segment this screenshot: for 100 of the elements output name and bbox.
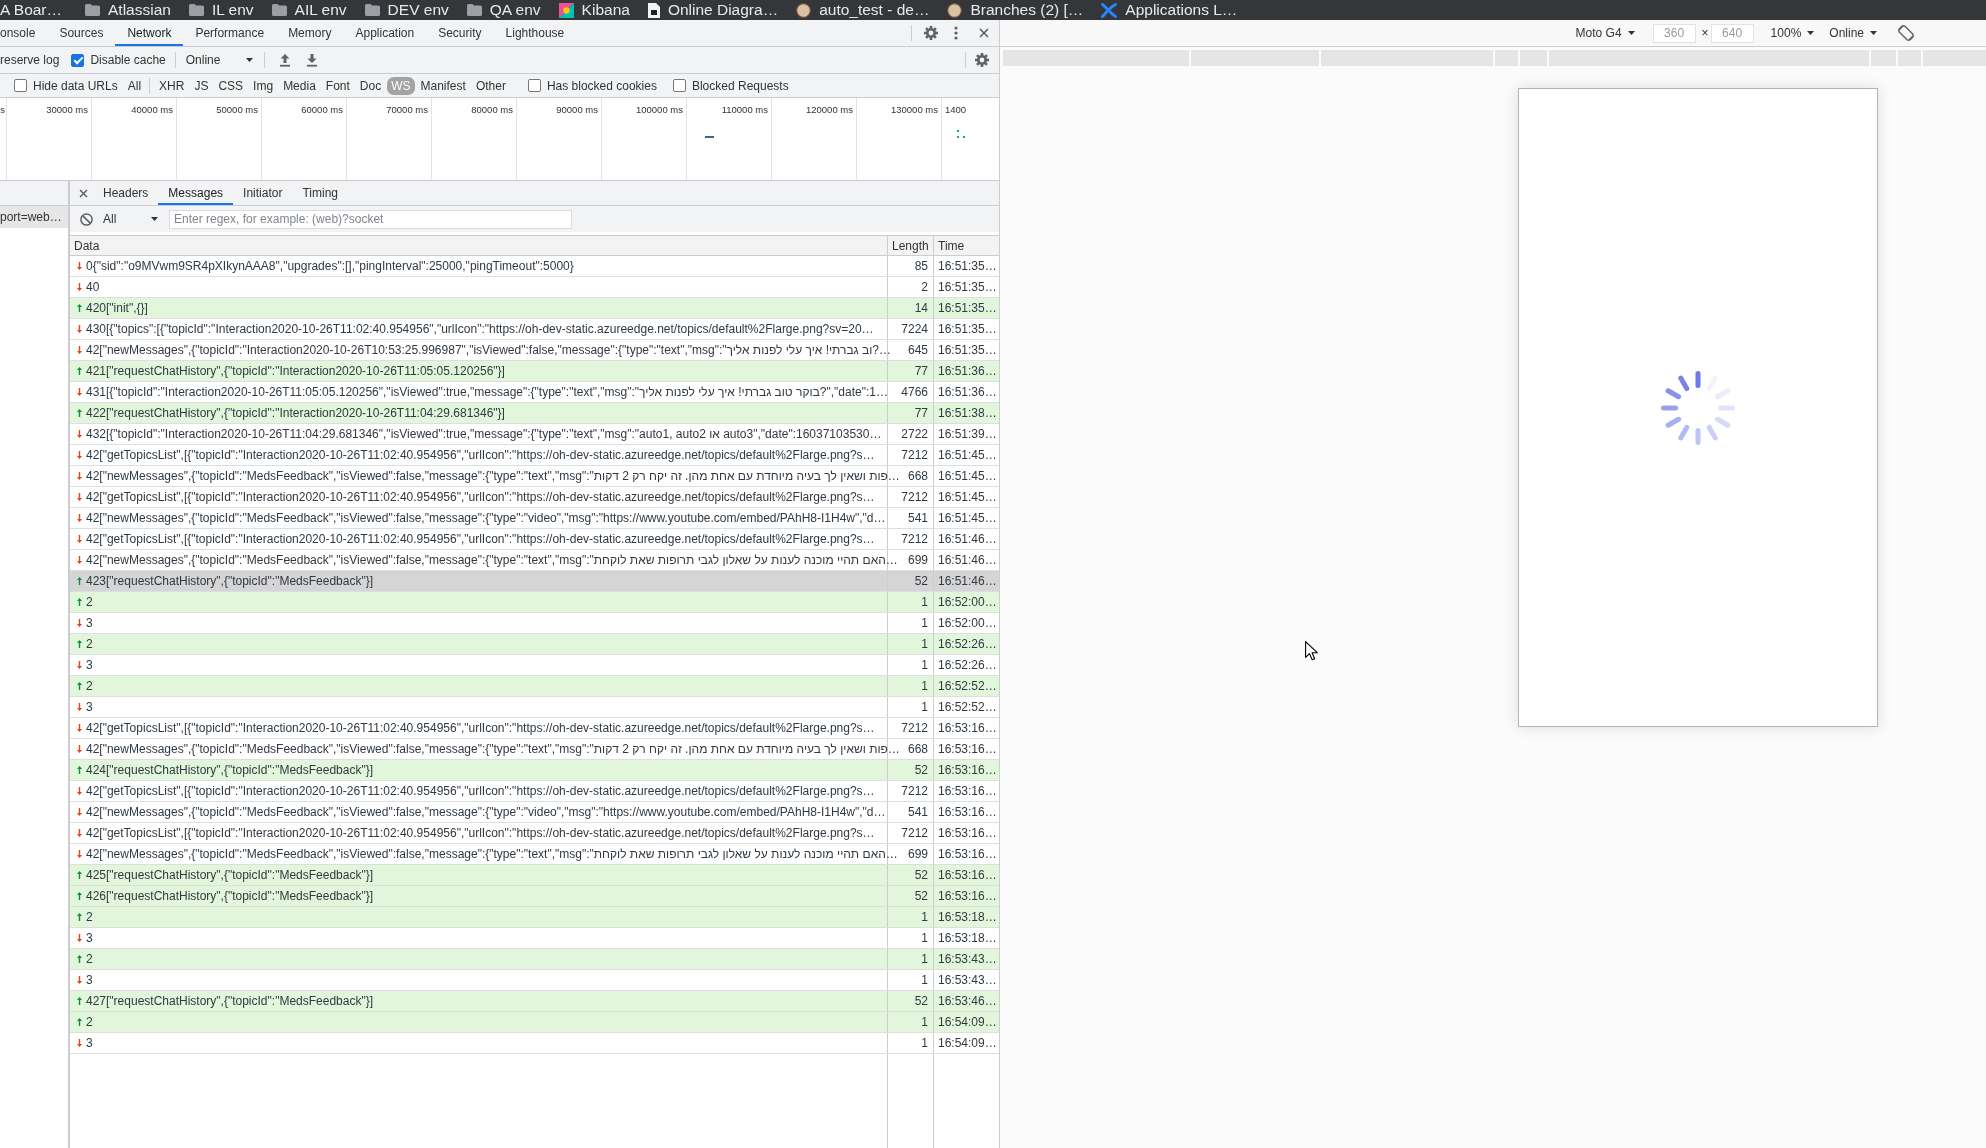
checkbox-label[interactable]: Disable cache	[90, 53, 166, 67]
column-header[interactable]: Data	[70, 236, 888, 255]
close-icon[interactable]	[79, 188, 88, 198]
download-icon[interactable]	[304, 53, 319, 67]
filter-input[interactable]: Enter regex, for example: (web)?socket	[169, 209, 572, 229]
filter-button[interactable]: Font	[321, 76, 354, 95]
panel-tab[interactable]: Memory	[276, 20, 344, 46]
checkbox[interactable]	[14, 79, 27, 92]
message-row[interactable]: 426["requestChatHistory",{"topicId":"MedsFeedback"}] 52 16:53:16…	[70, 886, 999, 907]
panel-tab[interactable]: Security	[426, 20, 494, 46]
message-row[interactable]: 40 2 16:51:35…	[70, 277, 999, 298]
bookmark-button[interactable]: DEV env	[355, 0, 458, 20]
arrow-up-icon	[77, 913, 82, 921]
detail-tab[interactable]: Timing	[292, 181, 348, 205]
settings-icon[interactable]	[923, 25, 939, 41]
throttling-dropdown[interactable]: Online	[185, 53, 256, 67]
message-row[interactable]: 424["requestChatHistory",{"topicId":"MedsFeedback"}] 52 16:53:16…	[70, 760, 999, 781]
table-cell-text: 16:52:00…	[937, 594, 998, 611]
checkbox-label[interactable]: Hide data URLs	[33, 78, 118, 93]
checkbox[interactable]	[672, 79, 686, 92]
message-row[interactable]: 3 1 16:53:18…	[70, 928, 999, 949]
panel-tab[interactable]: onsole	[0, 20, 48, 46]
message-row[interactable]: 42["getTopicsList",[{"topicId":"Interaction2020-10-26T11:02:40.954956","urlIcon":"https://oh-dev-static.azureedge.net/topics/default%2Flarge.png?s… 7212 16:51:45…	[70, 445, 999, 466]
filter-button[interactable]: Doc	[355, 76, 386, 95]
checkbox-label[interactable]: Has blocked cookies	[546, 78, 657, 93]
message-row[interactable]: 3 1 16:52:00…	[70, 613, 999, 634]
message-row[interactable]: 2 1 16:52:26…	[70, 634, 999, 655]
column-header[interactable]: Time	[934, 236, 999, 255]
message-type-dropdown[interactable]: All	[103, 212, 161, 226]
message-row[interactable]: 427["requestChatHistory",{"topicId":"MedsFeedback"}] 52 16:53:46…	[70, 991, 999, 1012]
throttling-dropdown[interactable]: Online	[1829, 26, 1877, 40]
bookmark-button[interactable]: auto_test - de…	[787, 0, 939, 20]
table-cell-text: 16:51:36…	[937, 363, 998, 380]
bookmark-button[interactable]: Atlassian	[76, 0, 180, 20]
detail-tab[interactable]: Headers	[93, 181, 159, 205]
filter-button[interactable]: JS	[190, 76, 213, 95]
panel-tab[interactable]: Performance	[183, 20, 277, 46]
message-row[interactable]: 422["requestChatHistory",{"topicId":"Interaction2020-10-26T11:04:29.681346"}] 77 16:51:38…	[70, 403, 999, 424]
filter-button[interactable]: CSS	[214, 76, 248, 95]
bookmark-button[interactable]: QA env	[457, 0, 550, 20]
message-row[interactable]: 421["requestChatHistory",{"topicId":"Interaction2020-10-26T11:05:05.120256"}] 77 16:51:36…	[70, 361, 999, 382]
request-row[interactable]: port=web…	[0, 206, 68, 228]
checkbox[interactable]	[71, 53, 85, 67]
arrow-down-icon	[77, 703, 82, 711]
more-icon[interactable]	[954, 26, 958, 40]
column-header[interactable]: Length	[888, 236, 934, 255]
message-row[interactable]: 2 1 16:53:18…	[70, 907, 999, 928]
filter-button[interactable]: All	[123, 76, 146, 95]
message-row[interactable]: 42["getTopicsList",[{"topicId":"Interaction2020-10-26T11:02:40.954956","urlIcon":"https://oh-dev-static.azureedge.net/topics/default%2Flarge.png?s… 7212 16:53:16…	[70, 781, 999, 802]
message-row[interactable]: 420["init",{}] 14 16:51:35…	[70, 298, 999, 319]
message-row[interactable]: 2 1 16:53:43…	[70, 949, 999, 970]
message-row[interactable]: 2 1 16:54:09…	[70, 1012, 999, 1033]
message-row[interactable]: 42["newMessages",{"topicId":"MedsFeedback","isViewed":false,"message":{"type":"video","msg":"https://www.youtube.com/embed/PAhH8-I1H4w","d… 541 16:51:45…	[70, 508, 999, 529]
rotate-icon[interactable]	[1897, 24, 1915, 42]
zoom-dropdown[interactable]: 100%	[1770, 26, 1815, 40]
filter-button[interactable]: Img	[249, 76, 278, 95]
detail-tab[interactable]: Initiator	[233, 181, 293, 205]
checkbox[interactable]	[527, 79, 541, 92]
message-row[interactable]: 423["requestChatHistory",{"topicId":"MedsFeedback"}] 52 16:51:46…	[70, 571, 999, 592]
message-row[interactable]: 2 1 16:52:00…	[70, 592, 999, 613]
close-icon[interactable]	[979, 28, 989, 38]
settings-icon[interactable]	[974, 52, 990, 68]
message-row[interactable]: 430[{"topics":[{"topicId":"Interaction2020-10-26T11:02:40.954956","urlIcon":"https://oh-dev-static.azureedge.net/topics/default%2Flarge.png?sv=20… 7224 16:51:35…	[70, 319, 999, 340]
clear-icon[interactable]	[80, 212, 93, 226]
panel-tab[interactable]: Sources	[47, 20, 116, 46]
bookmark-button[interactable]: Applications L…	[1092, 0, 1247, 20]
message-data: 422["requestChatHistory",{"topicId":"Interaction2020-10-26T11:04:29.681346"}]	[86, 406, 505, 420]
message-row[interactable]: 425["requestChatHistory",{"topicId":"MedsFeedback"}] 52 16:53:16…	[70, 865, 999, 886]
message-data: 42["getTopicsList",[{"topicId":"Interaction2020-10-26T11:02:40.954956","urlIcon":"https://oh-dev-static.azureedge.net/topics/default%2Flarge.png?s…	[86, 784, 875, 798]
message-row[interactable]: 3 1 16:52:52…	[70, 697, 999, 718]
message-row[interactable]: 42["getTopicsList",[{"topicId":"Interaction2020-10-26T11:02:40.954956","urlIcon":"https://oh-dev-static.azureedge.net/topics/default%2Flarge.png?s… 7212 16:51:45…	[70, 487, 999, 508]
filter-button[interactable]: XHR	[155, 76, 189, 95]
bookmark-button[interactable]: Kibana	[549, 0, 639, 20]
filter-button[interactable]: Other	[471, 76, 510, 95]
caret-icon	[1870, 31, 1877, 35]
table-cell-text: 16:53:16…	[937, 804, 998, 821]
message-data: 3	[86, 931, 93, 945]
message-row[interactable]: 42["newMessages",{"topicId":"MedsFeedback","isViewed":false,"message":{"type":"video","msg":"https://www.youtube.com/embed/PAhH8-I1H4w","d… 541 16:53:16…	[70, 802, 999, 823]
bookmark-button[interactable]: IL env	[179, 0, 263, 20]
device-dropdown[interactable]: Moto G4	[1575, 26, 1635, 40]
bookmark-button[interactable]: A Boar…	[0, 0, 72, 20]
panel-tab[interactable]: Application	[343, 20, 427, 46]
bookmark-button[interactable]: Online Diagra…	[638, 0, 788, 20]
checkbox-label[interactable]: reserve log	[0, 53, 60, 67]
message-row[interactable]: 0{"sid":"o9MVwm9SR4pXIkynAAA8","upgrades":[],"pingInterval":25000,"pingTimeout":5000} 85 16:51:35…	[70, 256, 999, 277]
filter-button[interactable]: Media	[279, 76, 320, 95]
filter-button[interactable]: Manifest	[416, 76, 470, 95]
panel-tab[interactable]: Lighthouse	[493, 20, 577, 46]
message-row[interactable]: 42["getTopicsList",[{"topicId":"Interaction2020-10-26T11:02:40.954956","urlIcon":"https://oh-dev-static.azureedge.net/topics/default%2Flarge.png?s… 7212 16:53:16…	[70, 823, 999, 844]
bookmark-button[interactable]: Branches (2) […	[938, 0, 1093, 20]
message-row[interactable]: 2 1 16:52:52…	[70, 676, 999, 697]
message-row[interactable]: 3 1 16:54:09…	[70, 1033, 999, 1054]
bookmark-button[interactable]: AIL env	[262, 0, 356, 20]
message-row[interactable]: 42["getTopicsList",[{"topicId":"Interaction2020-10-26T11:02:40.954956","urlIcon":"https://oh-dev-static.azureedge.net/topics/default%2Flarge.png?s… 7212 16:53:16…	[70, 718, 999, 739]
message-row[interactable]: 42["getTopicsList",[{"topicId":"Interaction2020-10-26T11:02:40.954956","urlIcon":"https://oh-dev-static.azureedge.net/topics/default%2Flarge.png?s… 7212 16:51:46…	[70, 529, 999, 550]
checkbox-label[interactable]: Blocked Requests	[691, 78, 789, 93]
upload-icon[interactable]	[277, 53, 292, 67]
message-row[interactable]: 3 1 16:53:43…	[70, 970, 999, 991]
message-data: 42["newMessages",{"topicId":"Interaction2020-10-26T10:53:25.996987","isViewed":false,"message":{"type":"text","msg":"וב גברתי! איך עלי לפנות אליך?…	[86, 343, 891, 357]
message-row[interactable]: 3 1 16:52:26…	[70, 655, 999, 676]
